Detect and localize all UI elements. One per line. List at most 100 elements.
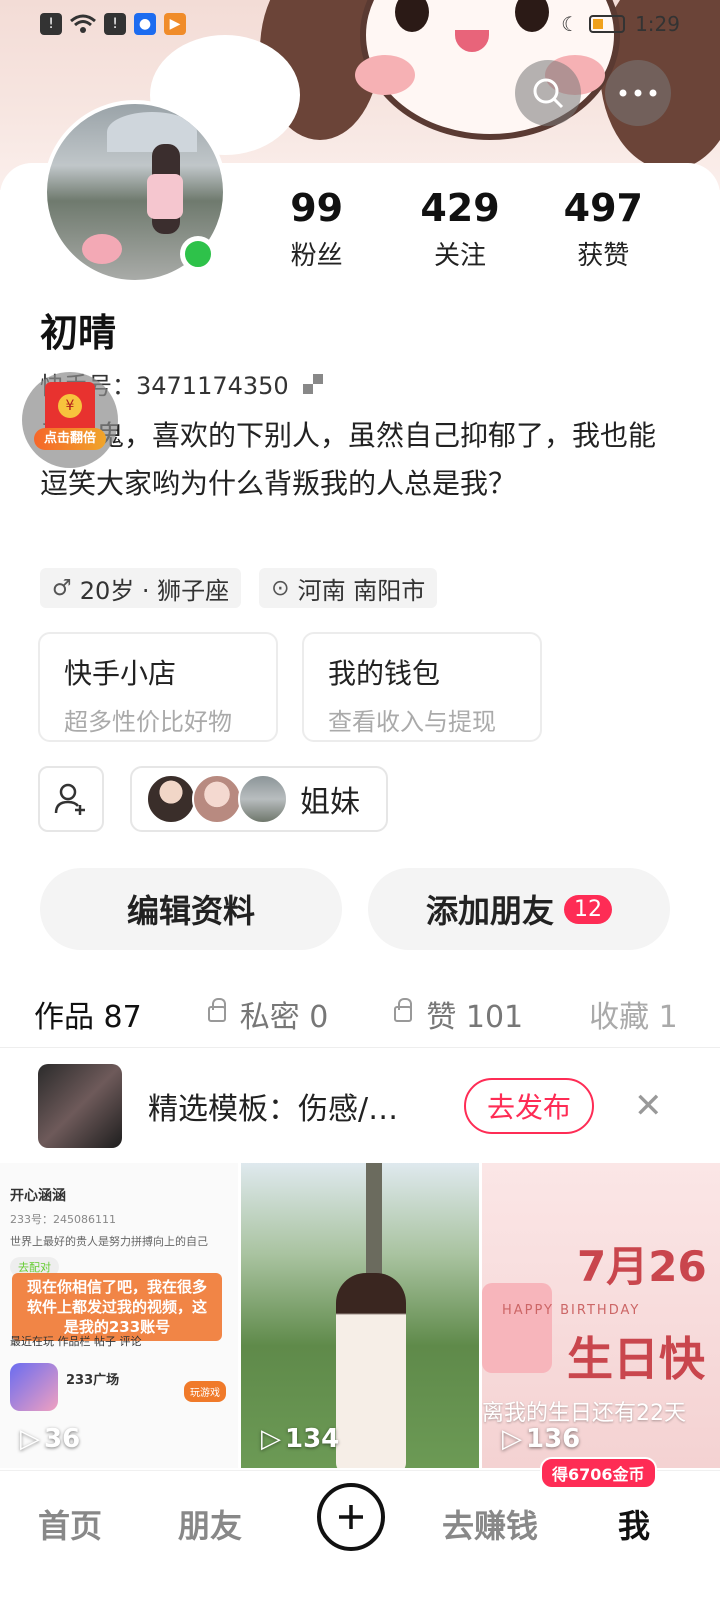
search-icon: [533, 78, 564, 109]
nav-home[interactable]: 首页: [38, 1501, 102, 1547]
search-button[interactable]: [515, 60, 581, 126]
nav-me[interactable]: 我: [618, 1501, 650, 1547]
stat-likes[interactable]: 497 获赞: [533, 185, 673, 272]
lock-icon: [207, 997, 226, 1022]
play-icon: ▷: [502, 1424, 522, 1454]
video-photo-cake: [482, 1283, 552, 1373]
video-user-name: 开心涵涵: [10, 1188, 66, 1204]
red-packet-float-button[interactable]: ¥ 点击翻倍: [22, 372, 118, 468]
location-chip: ⊙ 河南 南阳市: [259, 568, 438, 608]
yuan-coin-icon: ¥: [58, 394, 82, 418]
close-icon[interactable]: ✕: [634, 1086, 663, 1126]
battery-icon: [589, 15, 626, 33]
lock-icon: [394, 997, 413, 1022]
play-game-chip: 玩游戏: [184, 1381, 226, 1402]
video-user-motto: 世界上最好的贵人是努力拼搏向上的自己: [10, 1235, 208, 1248]
service-subtitle: 查看收入与提现: [328, 708, 496, 736]
group-label: 姐妹: [300, 785, 360, 820]
status-right-icons: ☾ 1:29: [561, 12, 680, 36]
video-thumbnail[interactable]: 7月26 HAPPY BIRTHDAY 生日快 离我的生日还有22天 ▷ 136: [482, 1163, 720, 1468]
create-post-button[interactable]: [317, 1483, 385, 1551]
status-bar: ! ! ● ▶ ☾ 1:29: [0, 0, 720, 48]
play-count: ▷ 36: [20, 1424, 80, 1454]
edit-profile-button[interactable]: 编辑资料: [40, 868, 342, 950]
tab-liked[interactable]: 赞 101: [394, 992, 523, 1036]
friends-row: 姐妹: [38, 766, 388, 832]
stat-value: 497: [563, 186, 643, 230]
profile-tags: ♂ 20岁 · 狮子座 ⊙ 河南 南阳市: [40, 568, 438, 608]
friend-avatar: [192, 774, 242, 824]
online-status-dot: [180, 236, 216, 272]
service-title: 我的钱包: [328, 657, 441, 690]
play-icon: ▷: [20, 1424, 40, 1454]
stat-label: 粉丝: [290, 241, 343, 271]
profile-bio: 爱哭鬼，喜欢的下别人，虽然自己抑郁了，我也能逗笑大家哟为什么背叛我的人总是我？: [40, 419, 657, 500]
age-zodiac-chip: ♂ 20岁 · 狮子座: [40, 568, 242, 608]
avatar-photo-bag: [147, 174, 183, 219]
video-caption: 离我的生日还有22天: [482, 1401, 686, 1426]
nav-earn[interactable]: 去赚钱: [442, 1501, 538, 1547]
tab-private[interactable]: 私密 0: [207, 992, 329, 1036]
add-user-icon: [54, 783, 85, 815]
template-banner: 精选模板：伤感/… 去发布 ✕: [0, 1050, 720, 1162]
status-time: 1:29: [635, 12, 680, 36]
more-button[interactable]: [605, 60, 671, 126]
stat-fans[interactable]: 99 粉丝: [247, 185, 387, 272]
tab-label: 收藏 1: [589, 999, 678, 1035]
video-grid: 开心涵涵 233号：245086111 世界上最好的贵人是努力拼搏向上的自己 去…: [0, 1163, 720, 1468]
video-thumbnail[interactable]: 开心涵涵 233号：245086111 世界上最好的贵人是努力拼搏向上的自己 去…: [0, 1163, 238, 1468]
tab-label: 私密 0: [239, 999, 329, 1035]
tab-label: 赞 101: [426, 999, 524, 1035]
wifi-icon: [70, 14, 96, 34]
moon-icon: ☾: [561, 12, 580, 36]
tab-favorites[interactable]: 收藏 1: [589, 992, 678, 1036]
plus-icon: [339, 1505, 363, 1529]
alert-icon: !: [40, 13, 62, 35]
game-name: 233广场: [66, 1373, 120, 1388]
friend-avatar: [146, 774, 196, 824]
cover-illustration-blush: [355, 55, 415, 95]
status-left-icons: ! ! ● ▶: [40, 13, 186, 35]
video-user-id: 233号：245086111: [10, 1213, 116, 1226]
template-thumbnail[interactable]: [38, 1064, 122, 1148]
service-cards: 快手小店 超多性价比好物 我的钱包 查看收入与提现: [38, 632, 542, 742]
location-text: 河南 南阳市: [297, 576, 426, 605]
location-icon: ⊙: [271, 575, 290, 601]
stat-following[interactable]: 429 关注: [390, 185, 530, 272]
qr-code-icon[interactable]: [302, 373, 323, 394]
add-friends-label: 添加朋友: [425, 892, 554, 930]
shop-card[interactable]: 快手小店 超多性价比好物: [38, 632, 278, 742]
add-friends-badge: 12: [564, 894, 612, 924]
nav-friends[interactable]: 朋友: [178, 1501, 242, 1547]
profile-name: 初晴: [40, 311, 117, 355]
content-tabs: 作品 87 私密 0 赞 101 收藏 1: [0, 980, 720, 1048]
friend-avatar: [238, 774, 288, 824]
play-count-value: 134: [285, 1424, 340, 1454]
stat-label: 关注: [433, 241, 486, 271]
sisters-group-button[interactable]: 姐妹: [130, 766, 388, 832]
video-thumbnail[interactable]: ▷ 134: [241, 1163, 479, 1468]
avatar-photo-person: [82, 234, 122, 264]
action-buttons: 编辑资料 添加朋友 12: [40, 868, 670, 950]
app-orange-icon: ▶: [164, 13, 186, 35]
add-friend-button[interactable]: [38, 766, 104, 832]
coin-reward-badge: 得6706金币: [540, 1457, 657, 1489]
service-subtitle: 超多性价比好物: [64, 708, 232, 736]
tab-works[interactable]: 作品 87: [34, 992, 142, 1036]
red-packet-label: 点击翻倍: [34, 428, 106, 450]
gender-icon: ♂: [52, 575, 72, 601]
edit-profile-label: 编辑资料: [126, 892, 255, 930]
app-blue-icon: ●: [134, 13, 156, 35]
play-icon: ▷: [261, 1424, 281, 1454]
play-count: ▷ 134: [261, 1424, 339, 1454]
wallet-card[interactable]: 我的钱包 查看收入与提现: [302, 632, 542, 742]
bottom-nav: 首页 朋友 去赚钱 得6706金币 我: [0, 1457, 720, 1600]
profile-stats: 99 粉丝 429 关注 497 获赞: [245, 185, 675, 272]
alert-icon: !: [104, 13, 126, 35]
publish-button[interactable]: 去发布: [464, 1078, 594, 1134]
play-count-value: 136: [526, 1424, 581, 1454]
avatar-photo-umbrella: [107, 112, 197, 152]
add-friends-button[interactable]: 添加朋友 12: [368, 868, 670, 950]
video-overlay-caption: 现在你相信了吧，我在很多软件上都发过我的视频，这是我的233账号: [12, 1273, 222, 1341]
stat-value: 99: [290, 186, 344, 230]
